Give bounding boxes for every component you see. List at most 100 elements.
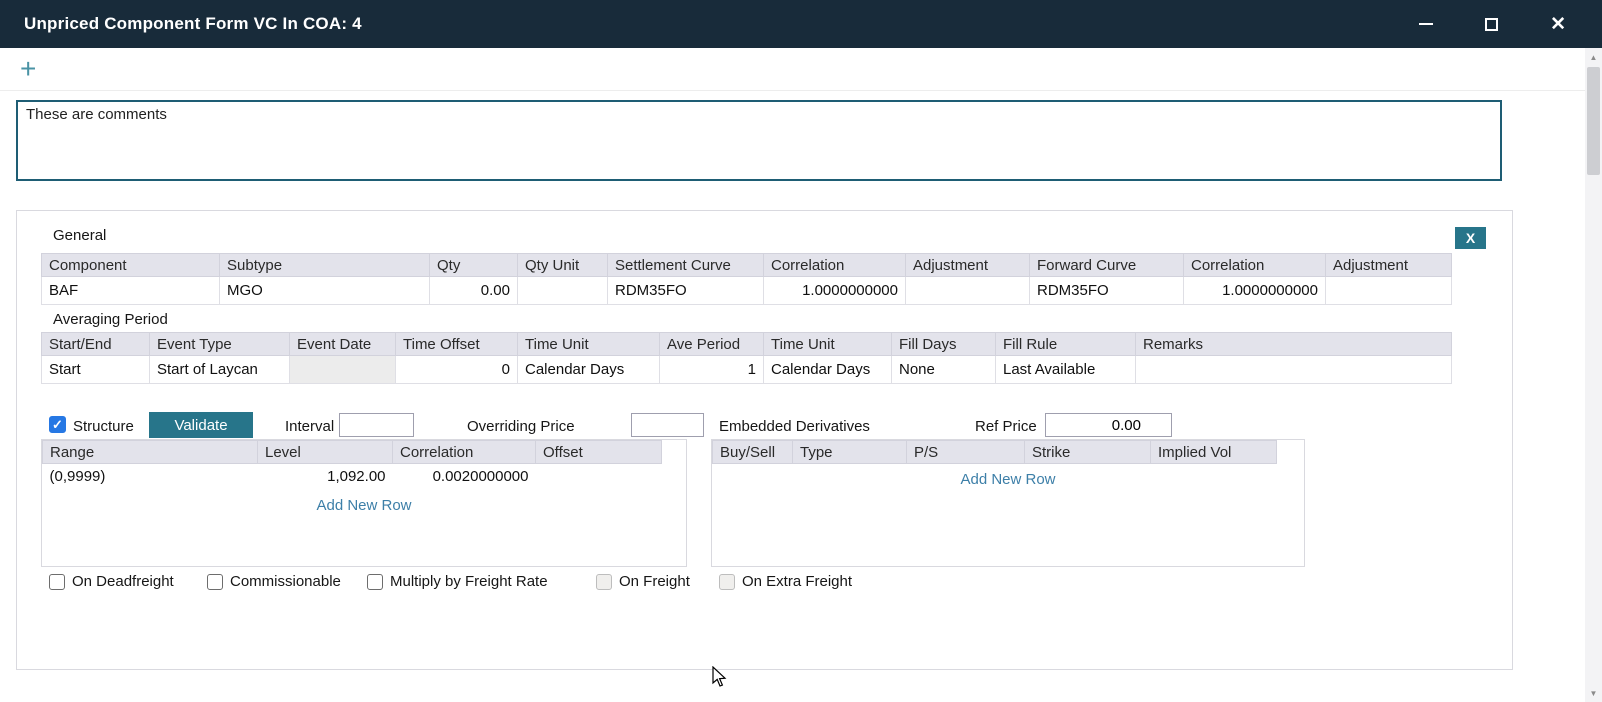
column-header: Event Type <box>150 333 290 356</box>
mouse-cursor-icon <box>712 666 728 693</box>
column-header: Fill Rule <box>996 333 1136 356</box>
cell-correlation[interactable]: 1.0000000000 <box>764 277 906 305</box>
maximize-button[interactable] <box>1485 18 1498 31</box>
derivatives-add-new-row-link[interactable]: Add New Row <box>712 471 1304 488</box>
cell-qty[interactable]: 0.00 <box>430 277 518 305</box>
structure-checkbox[interactable]: ✓ <box>49 416 66 433</box>
maximize-icon <box>1485 18 1498 31</box>
scrollbar-thumb[interactable] <box>1587 67 1600 175</box>
column-header: Time Unit <box>764 333 892 356</box>
interval-input[interactable] <box>339 413 414 437</box>
cell-range-correlation[interactable]: 0.0020000000 <box>393 464 536 490</box>
ref-price-label: Ref Price <box>975 418 1037 435</box>
cell-component[interactable]: BAF <box>42 277 220 305</box>
column-header: Remarks <box>1136 333 1452 356</box>
cell-fill-rule[interactable]: Last Available <box>996 356 1136 384</box>
checkbox-icon[interactable] <box>367 574 383 590</box>
comments-textarea[interactable]: These are comments <box>16 100 1502 181</box>
window-title: Unpriced Component Form VC In COA: 4 <box>24 14 362 34</box>
checkbox-icon <box>596 574 612 590</box>
cell-level[interactable]: 1,092.00 <box>258 464 393 490</box>
column-header: Settlement Curve <box>608 254 764 277</box>
cell-start-end[interactable]: Start <box>42 356 150 384</box>
checkbox-icon[interactable] <box>49 574 65 590</box>
cell-offset[interactable] <box>536 464 662 490</box>
titlebar: Unpriced Component Form VC In COA: 4 ✕ <box>0 0 1602 48</box>
overriding-price-input[interactable] <box>631 413 704 437</box>
flag-on-deadfreight[interactable]: On Deadfreight <box>49 573 174 590</box>
scroll-down-icon[interactable]: ▼ <box>1585 685 1602 701</box>
flag-on-extra-freight: On Extra Freight <box>719 573 852 590</box>
cell-time-unit[interactable]: Calendar Days <box>518 356 660 384</box>
column-header: Correlation <box>393 441 536 464</box>
column-header: Event Date <box>290 333 396 356</box>
minimize-button[interactable] <box>1419 23 1433 25</box>
flag-multiply-by-freight-rate[interactable]: Multiply by Freight Rate <box>367 573 548 590</box>
column-header: P/S <box>907 441 1025 464</box>
column-header: Forward Curve <box>1030 254 1184 277</box>
ref-price-input[interactable] <box>1045 413 1172 437</box>
cell-adjustment-2[interactable] <box>1326 277 1452 305</box>
flag-label: Multiply by Freight Rate <box>390 573 548 590</box>
checkbox-icon[interactable] <box>207 574 223 590</box>
column-header: Ave Period <box>660 333 764 356</box>
cell-remarks[interactable] <box>1136 356 1452 384</box>
column-header: Implied Vol <box>1151 441 1277 464</box>
cell-adjustment[interactable] <box>906 277 1030 305</box>
minimize-icon <box>1419 23 1433 25</box>
close-button[interactable]: ✕ <box>1550 15 1566 34</box>
general-header-row: Component Subtype Qty Qty Unit Settlemen… <box>42 254 1452 277</box>
embedded-derivatives-box: Buy/Sell Type P/S Strike Implied Vol Add… <box>711 439 1305 567</box>
cell-forward-curve[interactable]: RDM35FO <box>1030 277 1184 305</box>
flag-label: Commissionable <box>230 573 341 590</box>
cell-range[interactable]: (0,9999) <box>43 464 258 490</box>
toolbar: + <box>0 48 1585 91</box>
column-header: Time Unit <box>518 333 660 356</box>
range-add-new-row-link[interactable]: Add New Row <box>42 497 686 514</box>
averaging-data-row: Start Start of Laycan 0 Calendar Days 1 … <box>42 356 1452 384</box>
column-header: Offset <box>536 441 662 464</box>
embedded-derivatives-table: Buy/Sell Type P/S Strike Implied Vol <box>712 440 1304 464</box>
interval-label: Interval <box>285 418 334 435</box>
cell-settlement-curve[interactable]: RDM35FO <box>608 277 764 305</box>
panel-close-button[interactable]: X <box>1455 227 1486 249</box>
averaging-section-title: Averaging Period <box>53 311 168 328</box>
flag-commissionable[interactable]: Commissionable <box>207 573 341 590</box>
cell-event-date <box>290 356 396 384</box>
general-table: Component Subtype Qty Qty Unit Settlemen… <box>41 253 1452 305</box>
cell-ave-period[interactable]: 1 <box>660 356 764 384</box>
column-header: Type <box>793 441 907 464</box>
cell-event-type[interactable]: Start of Laycan <box>150 356 290 384</box>
scroll-up-icon[interactable]: ▲ <box>1585 49 1602 65</box>
column-header-filler <box>662 441 687 464</box>
column-header-filler <box>1277 441 1305 464</box>
validate-button[interactable]: Validate <box>149 412 253 438</box>
cell-fill-days[interactable]: None <box>892 356 996 384</box>
cell-subtype[interactable]: MGO <box>220 277 430 305</box>
general-section-title: General <box>53 227 106 244</box>
vertical-scrollbar[interactable]: ▲ ▼ <box>1585 48 1602 702</box>
range-header-row: Range Level Correlation Offset <box>43 441 687 464</box>
column-header: Time Offset <box>396 333 518 356</box>
cell-time-unit-2[interactable]: Calendar Days <box>764 356 892 384</box>
column-header: Correlation <box>764 254 906 277</box>
averaging-period-table: Start/End Event Type Event Date Time Off… <box>41 332 1452 384</box>
component-form-panel: General X Component Subtype Qty Qty Unit… <box>16 210 1513 670</box>
overriding-price-label: Overriding Price <box>467 418 575 435</box>
checkbox-icon <box>719 574 735 590</box>
cell-filler <box>662 464 687 490</box>
column-header: Buy/Sell <box>713 441 793 464</box>
cell-time-offset[interactable]: 0 <box>396 356 518 384</box>
window-controls: ✕ <box>1419 0 1566 48</box>
add-tab-button[interactable]: + <box>20 50 36 88</box>
flag-label: On Extra Freight <box>742 573 852 590</box>
cell-correlation-2[interactable]: 1.0000000000 <box>1184 277 1326 305</box>
averaging-header-row: Start/End Event Type Event Date Time Off… <box>42 333 1452 356</box>
column-header: Correlation <box>1184 254 1326 277</box>
range-data-row: (0,9999) 1,092.00 0.0020000000 <box>43 464 687 490</box>
embedded-derivatives-label: Embedded Derivatives <box>719 418 870 435</box>
column-header: Adjustment <box>1326 254 1452 277</box>
cell-qty-unit[interactable] <box>518 277 608 305</box>
range-table-box: Range Level Correlation Offset (0,9999) … <box>41 439 687 567</box>
column-header: Strike <box>1025 441 1151 464</box>
